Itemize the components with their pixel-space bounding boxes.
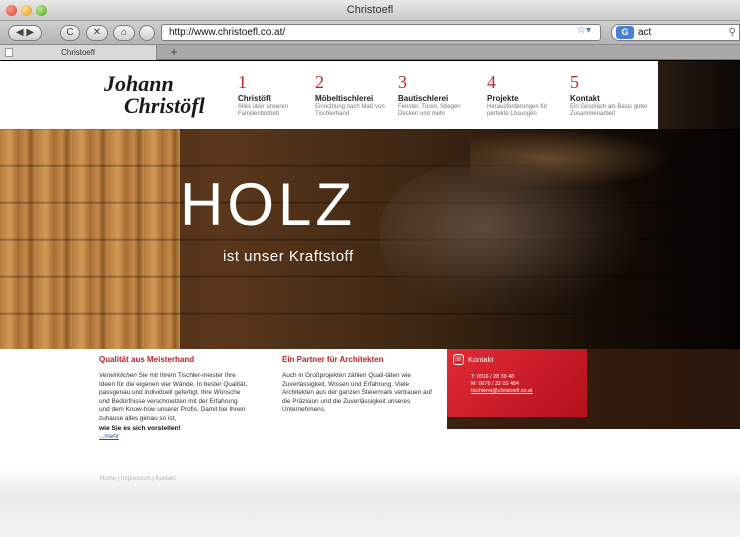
reload-icon[interactable]: C <box>60 25 80 41</box>
search-engine-icon[interactable]: G <box>616 26 634 39</box>
nav-title: Möbeltischlerei <box>315 94 374 103</box>
nav-title: Kontakt <box>570 94 600 103</box>
quality-lead: Verwirklichen <box>99 372 137 379</box>
new-tab-button[interactable]: + <box>163 45 185 60</box>
phone-icon: ☏ <box>453 354 464 365</box>
site-logo[interactable]: Johann Christöfl <box>104 73 205 117</box>
nav-subtitle: Ein Gespräch als Basis guter Zusammenarb… <box>570 104 648 117</box>
footer-links[interactable]: Home | Impressum | Kontakt <box>100 476 176 482</box>
url-input[interactable]: http://www.christoefl.co.at/ <box>161 24 601 41</box>
nav-title: Projekte <box>487 94 519 103</box>
kontakt-background: ☏ Kontakt T: 0316 / 28 39 48 M: 0676 / 3… <box>447 349 740 429</box>
kontakt-box: ☏ Kontakt T: 0316 / 28 39 48 M: 0676 / 3… <box>447 349 587 417</box>
nav-item-kontakt[interactable]: 5 Kontakt Ein Gespräch als Basis guter Z… <box>570 72 650 118</box>
page-icon <box>5 48 13 57</box>
window-titlebar: Christoefl <box>0 0 740 21</box>
nav-title: Christöfl <box>238 94 271 103</box>
carpenter-hand-image <box>380 159 640 309</box>
site-header: Johann Christöfl 1 Christöfl Alles über … <box>0 61 658 129</box>
nav-number: 5 <box>570 72 579 92</box>
kontakt-mobile: M: 0676 / 32 03 484 <box>471 381 519 387</box>
quality-section: Qualität aus Meisterhand Verwirklichen S… <box>99 355 249 441</box>
architects-title: Ein Partner für Architekten <box>282 355 384 364</box>
hero-title: HOLZ <box>180 171 357 238</box>
web-page: Johann Christöfl 1 Christöfl Alles über … <box>0 61 740 537</box>
nav-subtitle: Alles über unseren Familienbetrieb <box>238 104 289 117</box>
kontakt-phone: T: 0316 / 28 39 48 <box>471 374 515 380</box>
hero-banner: HOLZ ist unser Kraftstoff <box>0 129 740 349</box>
home-icon[interactable]: ⌂ <box>113 25 135 41</box>
more-link[interactable]: ...mehr <box>99 433 249 441</box>
hero-subtitle: ist unser Kraftstoff <box>223 248 354 265</box>
header-dark-strip <box>658 61 740 129</box>
quality-tagline: wie Sie es sich vorstellen! <box>99 424 181 432</box>
search-value: act <box>638 27 652 38</box>
nav-item-moebeltischlerei[interactable]: 2 Möbeltischlerei Einrichtung nach Maß v… <box>315 72 395 118</box>
architects-text: Auch in Großprojekten zählen Quali-täten… <box>282 372 432 414</box>
architects-section: Ein Partner für Architekten Auch in Groß… <box>282 355 432 415</box>
search-input[interactable]: G act ⚲ <box>611 24 740 41</box>
browser-toolbar: ◀ ▶ C ✕ ⌂ http://www.christoefl.co.at/ ☆… <box>0 21 740 45</box>
nav-number: 4 <box>487 72 496 92</box>
stop-icon[interactable]: ✕ <box>86 25 108 41</box>
nav-title: Bautischlerei <box>398 94 449 103</box>
kontakt-title: Kontakt <box>468 355 494 364</box>
nav-number: 2 <box>315 72 324 92</box>
star-icon[interactable]: ☆▾ <box>577 25 597 39</box>
nav-number: 1 <box>238 72 247 92</box>
quality-body: Sie mit Ihrem Tischler-meister Ihre Idee… <box>99 372 248 422</box>
back-forward-button[interactable]: ◀ ▶ <box>8 25 42 41</box>
nav-subtitle: Einrichtung nach Maß von Tischlerhand <box>315 104 385 117</box>
nav-item-projekte[interactable]: 4 Projekte Herausforderungen für perfekt… <box>487 72 567 118</box>
nav-item-bautischlerei[interactable]: 3 Bautischlerei Fenster, Türen, Stiegen … <box>398 72 478 118</box>
tab-bar: Christoefl + <box>0 45 740 60</box>
content-area: Qualität aus Meisterhand Verwirklichen S… <box>0 349 740 537</box>
magnifier-icon[interactable]: ⚲ <box>729 25 736 40</box>
nav-subtitle: Herausforderungen für perfekte Lösungen <box>487 104 548 117</box>
tab-label: Christoefl <box>61 48 95 57</box>
kontakt-details: T: 0316 / 28 39 48 M: 0676 / 32 03 484 t… <box>471 374 533 395</box>
nav-item-christoefl[interactable]: 1 Christöfl Alles über unseren Familienb… <box>238 72 318 118</box>
tab-christoefl[interactable]: Christoefl <box>0 45 157 60</box>
nav-subtitle: Fenster, Türen, Stiegen Decken und mehr <box>398 104 461 117</box>
window-title: Christoefl <box>346 4 394 16</box>
kontakt-email-link[interactable]: tischlerei@christoefl.co.at <box>471 388 533 395</box>
bookmark-icon[interactable] <box>139 25 155 41</box>
nav-number: 3 <box>398 72 407 92</box>
quality-text: Verwirklichen Sie mit Ihrem Tischler-mei… <box>99 372 249 424</box>
logo-line-2: Christöfl <box>124 93 205 118</box>
quality-title: Qualität aus Meisterhand <box>99 355 195 364</box>
